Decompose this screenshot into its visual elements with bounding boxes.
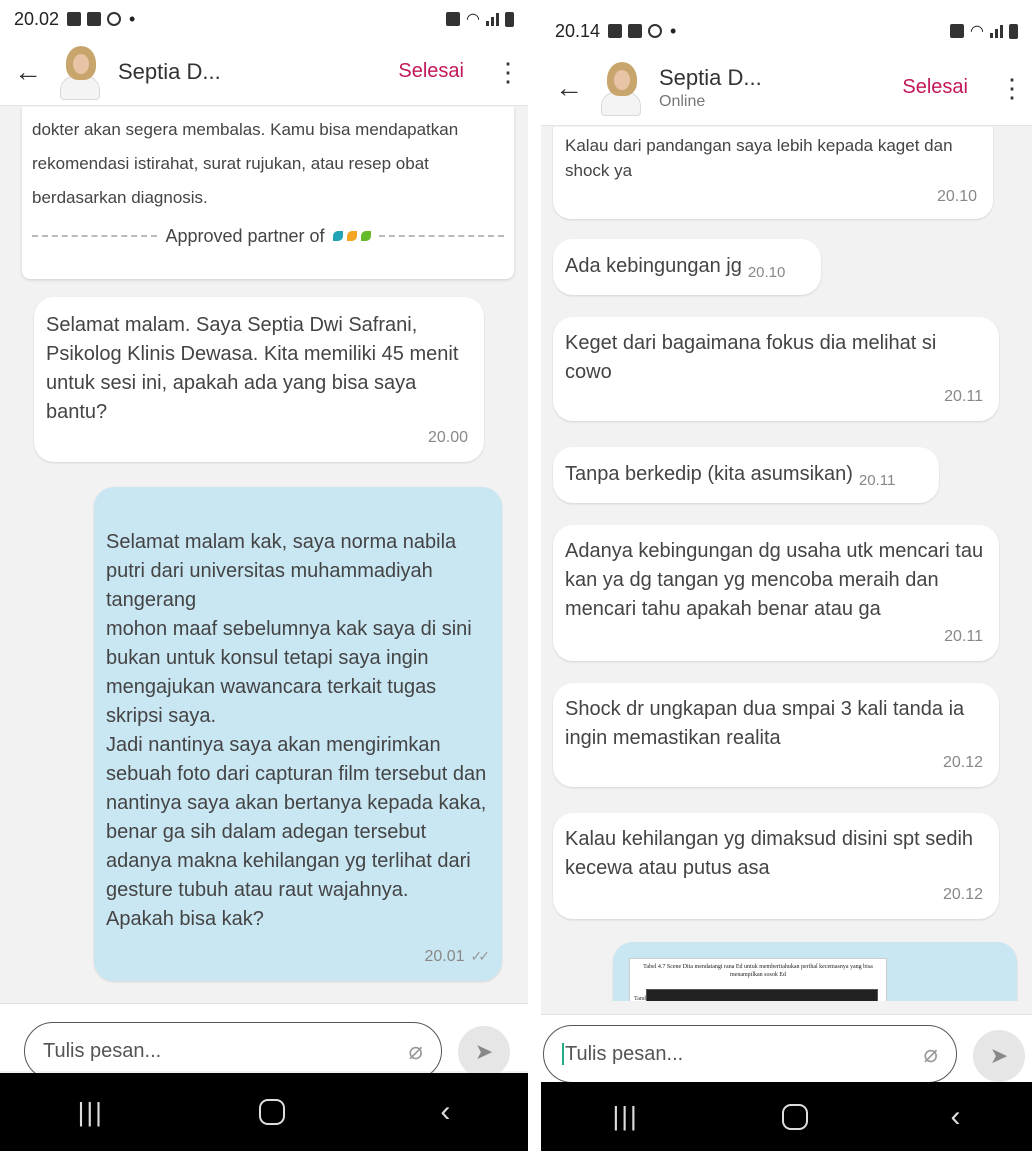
paperclip-icon[interactable]: ⌀ (924, 1040, 938, 1069)
contact-name[interactable]: Septia D... (118, 59, 221, 85)
message-text: Kalau dari pandangan saya lebih kepada k… (565, 136, 953, 180)
nav-back-icon[interactable]: ‹ (440, 1095, 450, 1129)
message-doctor: Tanpa berkedip (kita asumsikan) 20.11 (553, 447, 939, 503)
message-text: Kalau kehilangan yg dimaksud disini spt … (565, 828, 974, 879)
shopping-bag-icon (67, 12, 82, 26)
attachment-preview[interactable]: Tabel 4.7 Scene Dita mendatangi rana Ed … (629, 958, 887, 1001)
status-bar: 20.14 • ◠ (541, 12, 1032, 50)
info-card: dokter akan segera membalas. Kamu bisa m… (22, 107, 514, 279)
contact-name[interactable]: Septia D... (659, 65, 762, 91)
alarm-icon (446, 12, 461, 26)
message-text: Selamat malam kak, saya norma nabila put… (106, 531, 487, 930)
message-input[interactable]: Tulis pesan... ⌀ (24, 1022, 442, 1080)
end-session-button[interactable]: Selesai (902, 76, 968, 99)
avatar (56, 45, 104, 100)
attachment-caption: Tabel 4.7 Scene Dita mendatangi rana Ed … (643, 964, 873, 978)
message-time: 20.11 (944, 388, 983, 405)
message-input[interactable]: Tulis pesan... ⌀ (543, 1025, 957, 1083)
gallery-icon (87, 12, 102, 26)
message-text: Adanya kebingungan dg usaha utk mencari … (565, 540, 984, 620)
info-text: dokter akan segera membalas. Kamu bisa m… (32, 120, 459, 207)
message-text: Tanpa berkedip (kita asumsikan) (565, 463, 853, 485)
chat-area[interactable]: dokter akan segera membalas. Kamu bisa m… (0, 107, 528, 1001)
message-text: Keget dari bagaimana fokus dia melihat s… (565, 332, 937, 383)
message-doctor: Shock dr ungkapan dua smpai 3 kali tanda… (553, 683, 999, 787)
approved-label: Approved partner of (165, 226, 325, 246)
chat-header: ← Septia D... Selesai ⋮ (0, 38, 528, 106)
nav-home-icon[interactable] (259, 1099, 286, 1125)
message-doctor: Selamat malam. Saya Septia Dwi Safrani, … (34, 297, 484, 462)
status-time: 20.02 (14, 8, 60, 29)
avatar (597, 61, 645, 116)
system-nav-bar: ||| ‹ (541, 1082, 1032, 1151)
chat-area[interactable]: Kalau dari pandangan saya lebih kepada k… (541, 127, 1032, 1001)
back-arrow-icon[interactable]: ← (0, 56, 56, 88)
approved-partner-row: Approved partner of (32, 219, 505, 253)
notification-dot-icon: • (129, 8, 136, 29)
message-user: Selamat malam kak, saya norma nabila put… (94, 487, 502, 981)
nav-recents-icon[interactable]: ||| (612, 1101, 638, 1132)
send-icon[interactable]: ➤ (458, 1026, 510, 1078)
film-still-image (646, 989, 878, 1001)
signal-icon (990, 24, 1003, 38)
battery-icon (505, 11, 514, 27)
message-time-row: 20.01 ✓✓ (424, 913, 491, 971)
wifi-icon: ◠ (466, 11, 480, 28)
kebab-menu-icon[interactable]: ⋮ (488, 59, 528, 85)
message-text: Ada kebingungan jg (565, 255, 742, 277)
message-time: 20.10 (936, 188, 977, 205)
system-nav-bar: ||| ‹ (0, 1073, 528, 1151)
battery-icon (1009, 23, 1018, 39)
nav-recents-icon[interactable]: ||| (78, 1097, 104, 1128)
message-doctor: Keget dari bagaimana fokus dia melihat s… (553, 317, 999, 421)
right-screenshot: 20.14 • ◠ ← Septia D... Online Selesai ⋮… (541, 0, 1032, 1151)
message-doctor: Kalau kehilangan yg dimaksud disini spt … (553, 813, 999, 919)
composer: Tulis pesan... ⌀ ➤ (541, 1014, 1032, 1083)
sync-icon (107, 12, 122, 26)
read-ticks-icon: ✓✓ (470, 948, 491, 964)
message-time: 20.12 (942, 886, 983, 903)
message-placeholder: Tulis pesan... (565, 1042, 684, 1065)
message-time: 20.11 (858, 472, 896, 489)
text-cursor (562, 1043, 564, 1066)
message-placeholder: Tulis pesan... (43, 1039, 162, 1062)
shopping-bag-icon (628, 24, 643, 38)
kebab-menu-icon[interactable]: ⋮ (992, 75, 1032, 101)
message-time: 20.01 (424, 948, 465, 965)
message-time: 20.12 (942, 754, 983, 771)
status-time: 20.14 (555, 20, 601, 41)
message-time: 20.00 (427, 429, 468, 446)
wifi-icon: ◠ (970, 23, 984, 40)
notification-dot-icon: • (670, 20, 677, 41)
message-text: Selamat malam. Saya Septia Dwi Safrani, … (46, 314, 459, 423)
message-doctor: Ada kebingungan jg 20.10 (553, 239, 821, 295)
kemenkes-logo-icon (332, 231, 371, 241)
sync-icon (648, 24, 663, 38)
message-image-attachment[interactable]: Tabel 4.7 Scene Dita mendatangi rana Ed … (613, 942, 1017, 1001)
online-status: Online (659, 92, 706, 110)
message-doctor: Kalau dari pandangan saya lebih kepada k… (553, 127, 993, 219)
signal-icon (486, 12, 499, 26)
message-time: 20.11 (944, 628, 983, 645)
alarm-icon (950, 24, 965, 38)
message-time: 20.10 (747, 264, 786, 281)
nav-back-icon[interactable]: ‹ (951, 1100, 961, 1134)
composer: Tulis pesan... ⌀ ➤ (0, 1003, 528, 1080)
gallery-icon (608, 24, 623, 38)
chat-header: ← Septia D... Online Selesai ⋮ (541, 50, 1032, 126)
send-icon[interactable]: ➤ (973, 1030, 1025, 1082)
paperclip-icon[interactable]: ⌀ (409, 1037, 423, 1066)
end-session-button[interactable]: Selesai (398, 60, 464, 83)
left-screenshot: 20.02 • ◠ ← Septia D... Selesai ⋮ dokter… (0, 0, 528, 1151)
message-text: Shock dr ungkapan dua smpai 3 kali tanda… (565, 698, 965, 749)
status-bar: 20.02 • ◠ (0, 0, 528, 38)
nav-home-icon[interactable] (781, 1103, 808, 1130)
message-doctor: Adanya kebingungan dg usaha utk mencari … (553, 525, 999, 661)
back-arrow-icon[interactable]: ← (541, 72, 597, 104)
